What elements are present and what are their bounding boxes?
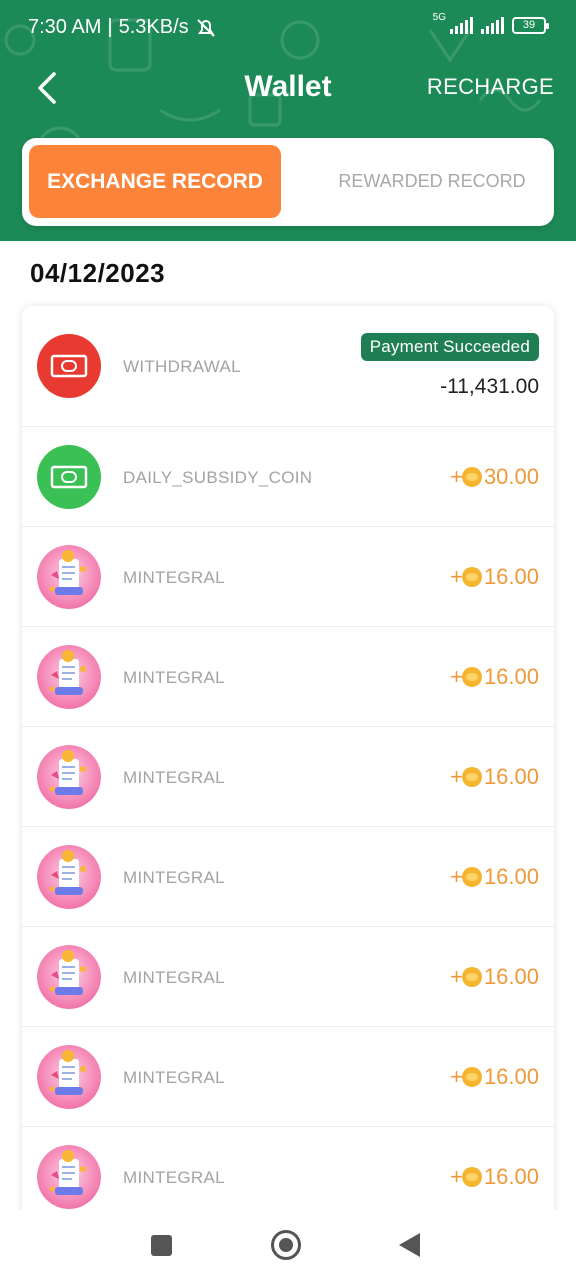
- record-amount: + 16.00: [450, 664, 539, 690]
- reward-illustration-icon: [37, 645, 101, 709]
- system-back-button[interactable]: [399, 1233, 420, 1257]
- record-name: MINTEGRAL: [123, 968, 225, 987]
- amount-value: 16.00: [483, 564, 539, 589]
- record-name: MINTEGRAL: [123, 568, 225, 587]
- header-banner: 7:30 AM | 5.3KB/s 5G 39 Wallet RECHARGE …: [0, 0, 576, 241]
- list-item[interactable]: MINTEGRAL + 16.00: [22, 1027, 554, 1127]
- status-bar: 7:30 AM | 5.3KB/s 5G 39: [0, 0, 576, 56]
- status-speed: 5.3KB/s: [118, 16, 189, 38]
- reward-illustration-icon: [37, 545, 101, 609]
- coin-icon: [461, 867, 482, 887]
- list-item[interactable]: DAILY_SUBSIDY_COIN + 30.00: [22, 427, 554, 527]
- record-name: WITHDRAWAL: [123, 357, 241, 376]
- reward-illustration-icon: [37, 945, 101, 1009]
- amount-value: 16.00: [483, 764, 539, 789]
- cash-icon: [37, 334, 101, 398]
- battery-icon: 39: [512, 16, 549, 34]
- home-button[interactable]: [271, 1230, 301, 1260]
- coin-icon: [461, 567, 482, 587]
- record-name: MINTEGRAL: [123, 768, 225, 787]
- record-amount: + 16.00: [450, 1064, 539, 1090]
- coin-icon: [461, 967, 482, 987]
- reward-illustration-icon: [37, 1145, 101, 1209]
- signal-icon-2: [481, 16, 504, 34]
- record-amount: -11,431.00: [440, 375, 539, 398]
- record-amount: + 30.00: [450, 464, 539, 490]
- record-amount: + 16.00: [450, 1164, 539, 1190]
- list-item[interactable]: WITHDRAWAL Payment Succeeded -11,431.00: [22, 306, 554, 427]
- date-heading: 04/12/2023: [30, 258, 166, 288]
- amount-value: 30.00: [483, 464, 539, 489]
- coin-icon: [461, 667, 482, 687]
- coin-icon: [461, 1067, 482, 1087]
- record-amount: + 16.00: [450, 764, 539, 790]
- record-amount: + 16.00: [450, 964, 539, 990]
- coin-icon: [461, 1167, 482, 1187]
- record-name: DAILY_SUBSIDY_COIN: [123, 468, 313, 487]
- record-name: MINTEGRAL: [123, 1068, 225, 1087]
- status-time: 7:30 AM: [28, 16, 102, 38]
- amount-value: 16.00: [483, 864, 539, 889]
- record-name: MINTEGRAL: [123, 668, 225, 687]
- coin-icon: [461, 767, 482, 787]
- tab-exchange-record[interactable]: EXCHANGE RECORD: [29, 145, 281, 218]
- reward-illustration-icon: [37, 1045, 101, 1109]
- signal-icon: [450, 16, 473, 34]
- amount-value: 16.00: [483, 964, 539, 989]
- record-name: MINTEGRAL: [123, 1168, 225, 1187]
- mute-bell-icon: [196, 18, 215, 37]
- amount-value: 16.00: [483, 1064, 539, 1089]
- reward-illustration-icon: [37, 745, 101, 809]
- list-item[interactable]: MINTEGRAL + 16.00: [22, 627, 554, 727]
- recharge-button[interactable]: RECHARGE: [427, 74, 554, 100]
- list-item[interactable]: MINTEGRAL + 16.00: [22, 527, 554, 627]
- amount-value: 16.00: [483, 664, 539, 689]
- record-name: MINTEGRAL: [123, 868, 225, 887]
- list-item[interactable]: MINTEGRAL + 16.00: [22, 927, 554, 1027]
- record-tabs: EXCHANGE RECORD REWARDED RECORD: [22, 138, 554, 226]
- system-nav-bar: [0, 1210, 576, 1280]
- tab-rewarded-record[interactable]: REWARDED RECORD: [310, 145, 554, 218]
- record-amount: + 16.00: [450, 864, 539, 890]
- record-amount: + 16.00: [450, 564, 539, 590]
- cash-icon: [37, 445, 101, 509]
- reward-illustration-icon: [37, 845, 101, 909]
- top-bar: Wallet RECHARGE: [0, 60, 576, 116]
- coin-icon: [461, 467, 482, 487]
- recents-button[interactable]: [151, 1235, 172, 1256]
- network-type: 5G: [432, 11, 446, 23]
- list-item[interactable]: MINTEGRAL + 16.00: [22, 727, 554, 827]
- amount-value: 16.00: [483, 1164, 539, 1189]
- records-list: WITHDRAWAL Payment Succeeded -11,431.00 …: [22, 306, 554, 1216]
- list-item[interactable]: MINTEGRAL + 16.00: [22, 1127, 554, 1216]
- status-badge: Payment Succeeded: [360, 333, 539, 361]
- list-item[interactable]: MINTEGRAL + 16.00: [22, 827, 554, 927]
